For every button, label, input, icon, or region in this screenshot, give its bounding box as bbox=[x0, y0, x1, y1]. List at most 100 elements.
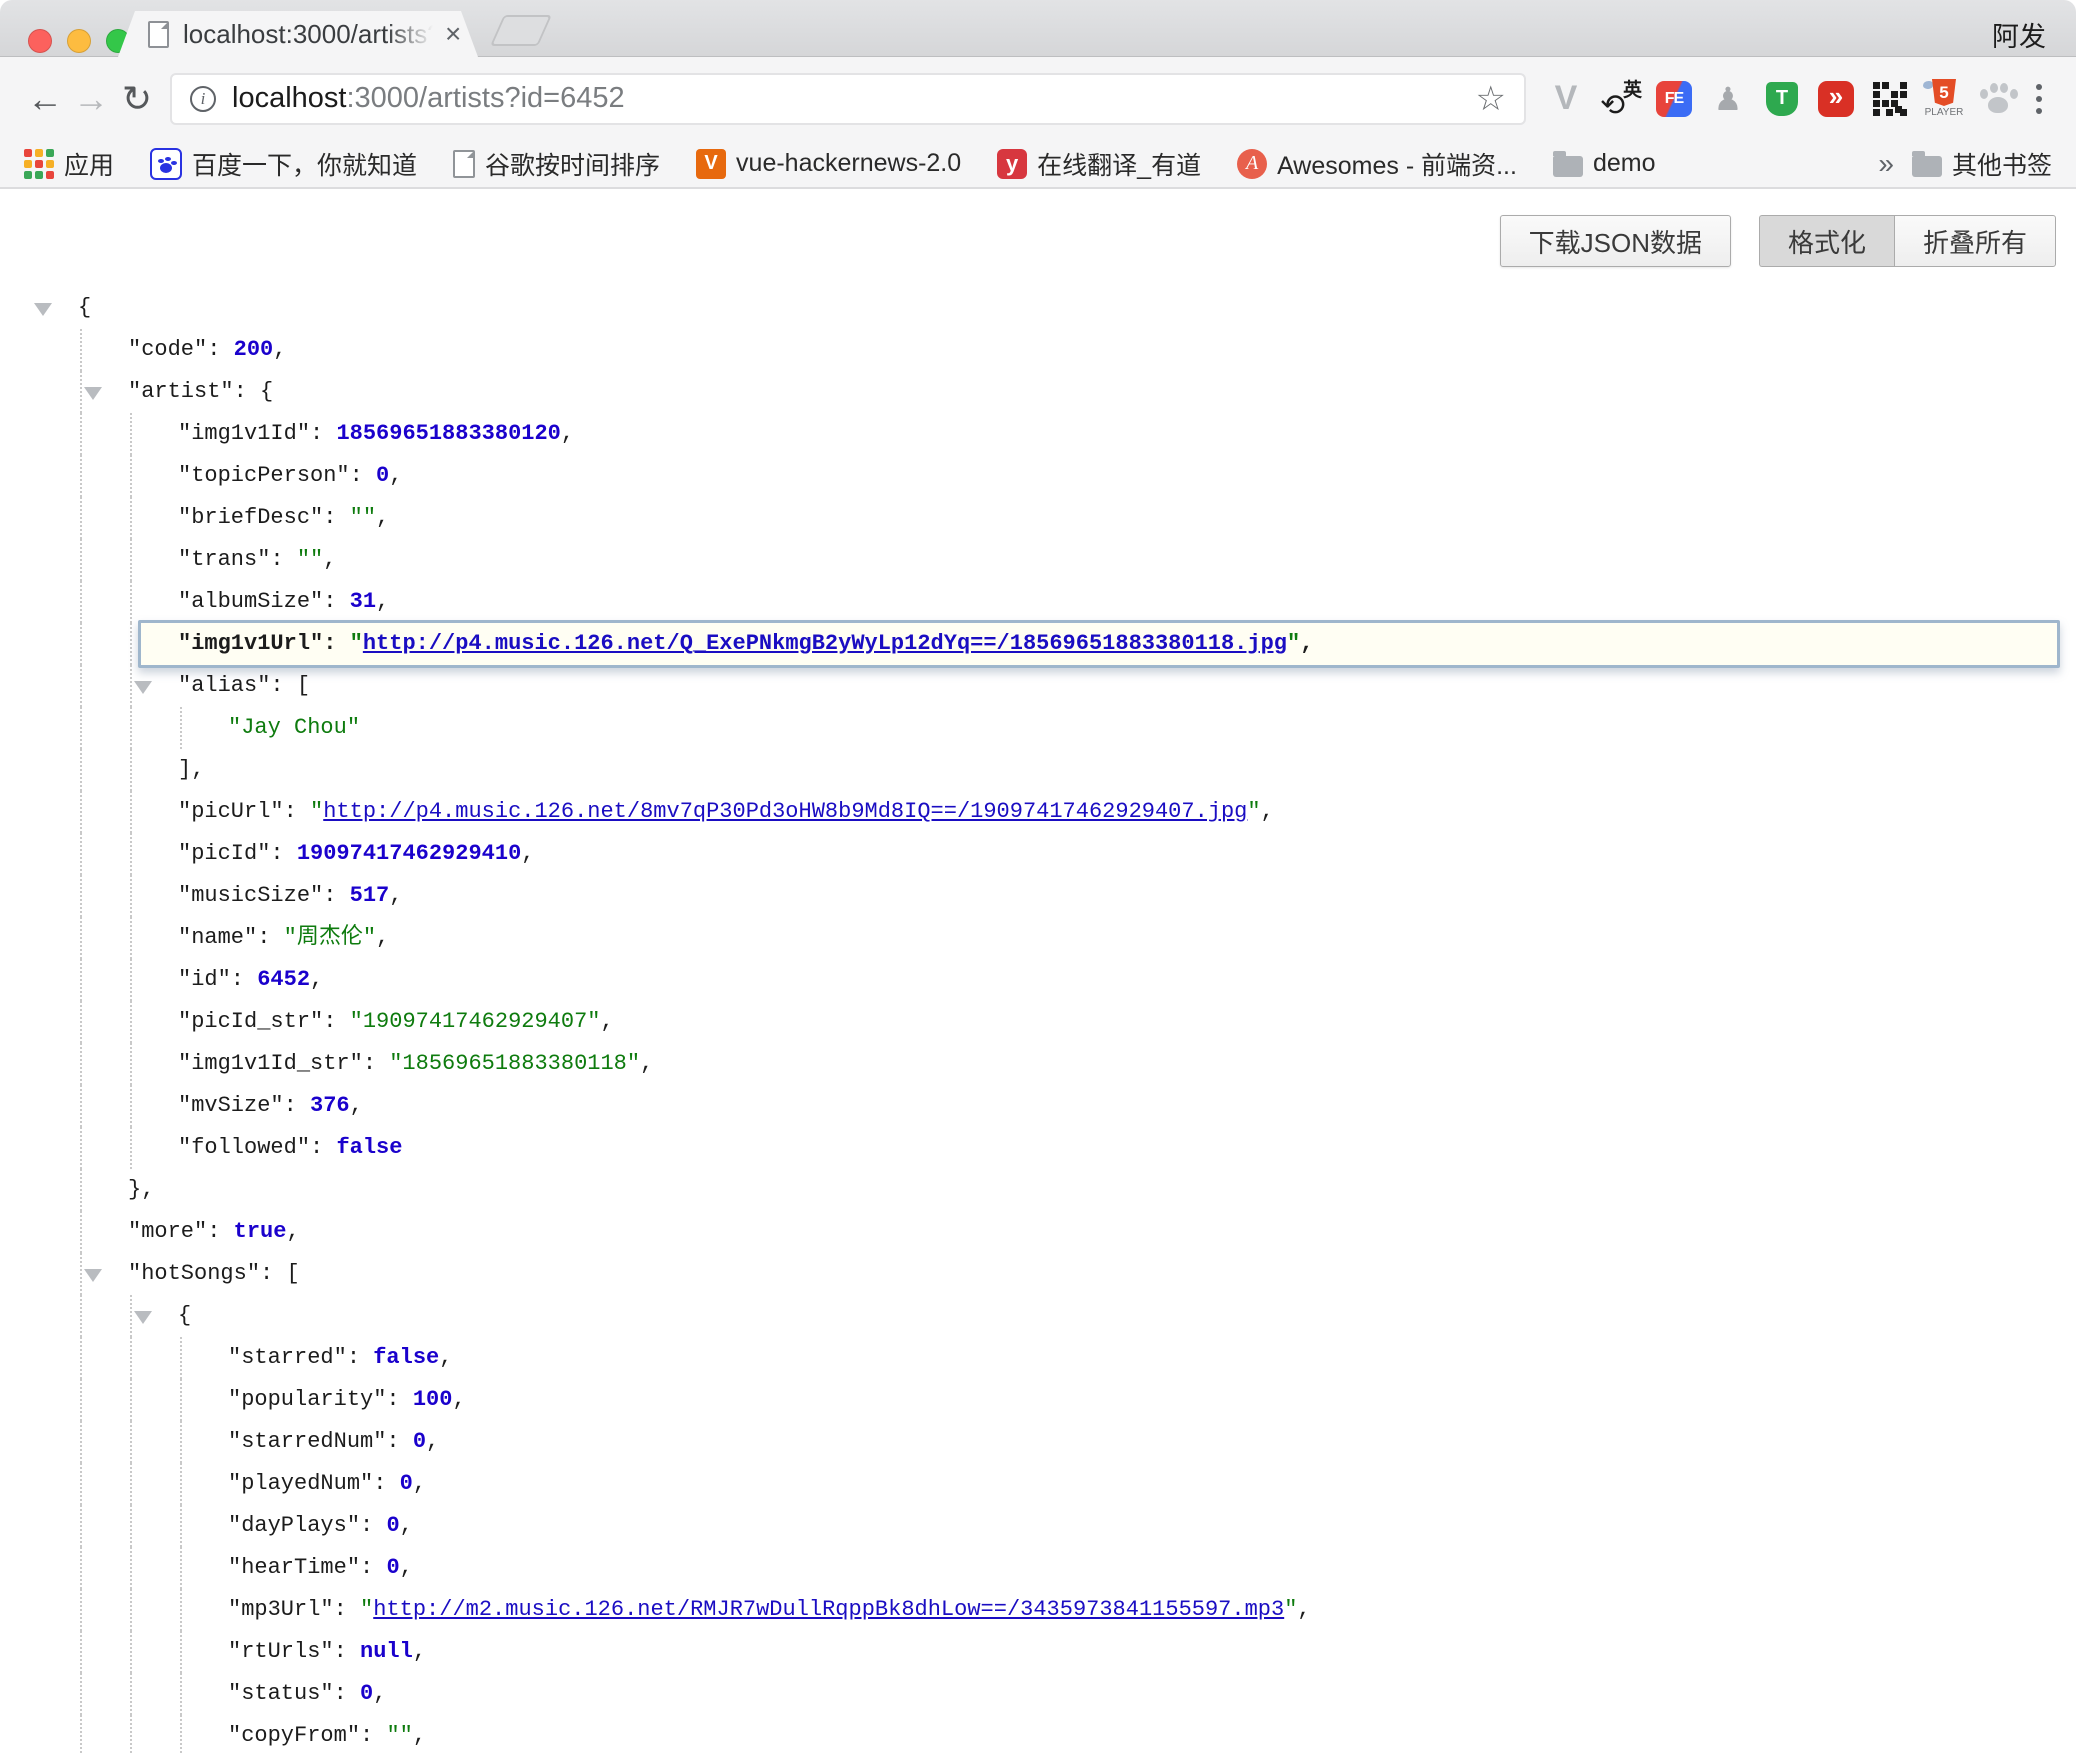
collapse-arrow-icon[interactable] bbox=[34, 303, 52, 316]
fe-helper-icon[interactable]: FE bbox=[1652, 73, 1696, 125]
paw-icon[interactable] bbox=[1976, 73, 2020, 125]
indent-guide bbox=[80, 1211, 82, 1253]
bookmark-label: 应用 bbox=[64, 146, 114, 182]
json-token: "playedNum": bbox=[228, 1471, 400, 1496]
json-token: "picId": bbox=[178, 841, 297, 866]
indent-guide bbox=[130, 1421, 132, 1463]
json-token: "dayPlays": bbox=[228, 1513, 386, 1538]
vue-devtools-icon[interactable]: V bbox=[1544, 73, 1588, 125]
indent-guide bbox=[130, 581, 132, 623]
new-tab-button[interactable] bbox=[490, 15, 552, 46]
json-link[interactable]: http://m2.music.126.net/RMJR7wDullRqppBk… bbox=[373, 1597, 1284, 1622]
format-button[interactable]: 格式化 bbox=[1759, 215, 1894, 267]
bookmark-item[interactable]: Vvue-hackernews-2.0 bbox=[696, 149, 961, 179]
json-token: "picUrl": bbox=[178, 799, 310, 824]
json-token: , bbox=[413, 1639, 426, 1664]
json-token: , bbox=[350, 1093, 363, 1118]
browser-toolbar: ← → ↻ i localhost:3000/artists?id=6452 ☆… bbox=[0, 57, 2076, 140]
page-info-icon[interactable]: i bbox=[190, 86, 216, 112]
address-bar[interactable]: i localhost:3000/artists?id=6452 ☆ bbox=[170, 73, 1526, 125]
collapse-all-button[interactable]: 折叠所有 bbox=[1894, 215, 2056, 267]
json-token: 100 bbox=[413, 1387, 453, 1412]
reload-button[interactable]: ↻ bbox=[114, 76, 160, 122]
json-link[interactable]: http://p4.music.126.net/8mv7qP30Pd3oHW8b… bbox=[323, 799, 1247, 824]
tampermonkey-icon[interactable]: T bbox=[1760, 73, 1804, 125]
browser-menu-icon[interactable] bbox=[2024, 76, 2054, 122]
bookmarks-overflow-icon[interactable]: » bbox=[1878, 148, 1894, 180]
json-row: "code": 200, bbox=[0, 329, 2076, 371]
json-token: "briefDesc": bbox=[178, 505, 350, 530]
youdao-y-icon: y bbox=[997, 149, 1027, 179]
collapse-arrow-icon[interactable] bbox=[134, 1311, 152, 1324]
json-token: "id": bbox=[178, 967, 257, 992]
json-token: , bbox=[1300, 631, 1313, 656]
json-row: "id": 6452, bbox=[0, 959, 2076, 1001]
json-token: , bbox=[273, 337, 286, 362]
collapse-arrow-icon[interactable] bbox=[84, 1269, 102, 1282]
close-window-button[interactable] bbox=[28, 29, 52, 53]
collapse-arrow-icon[interactable] bbox=[84, 387, 102, 400]
json-token: " bbox=[1287, 631, 1300, 656]
json-row: "picUrl": "http://p4.music.126.net/8mv7q… bbox=[0, 791, 2076, 833]
json-token: , bbox=[1297, 1597, 1310, 1622]
json-row: "copyFrom": "", bbox=[0, 1715, 2076, 1754]
indent-guide bbox=[130, 1043, 132, 1085]
indent-guide bbox=[80, 833, 82, 875]
bookmark-star-icon[interactable]: ☆ bbox=[1476, 79, 1506, 119]
minimize-window-button[interactable] bbox=[67, 29, 91, 53]
json-row: "Jay Chou" bbox=[0, 707, 2076, 749]
back-button[interactable]: ← bbox=[22, 76, 68, 122]
bookmark-item[interactable]: y在线翻译_有道 bbox=[997, 146, 1201, 182]
collapse-arrow-icon[interactable] bbox=[134, 681, 152, 694]
json-token: 31 bbox=[350, 589, 376, 614]
bookmark-item[interactable]: 应用 bbox=[24, 146, 114, 182]
indent-guide bbox=[130, 1001, 132, 1043]
tab-close-icon[interactable]: × bbox=[445, 20, 461, 48]
json-row: { bbox=[0, 287, 2076, 329]
indent-guide bbox=[130, 1463, 132, 1505]
json-row: "mp3Url": "http://m2.music.126.net/RMJR7… bbox=[0, 1589, 2076, 1631]
json-row: "followed": false bbox=[0, 1127, 2076, 1169]
json-row: "trans": "", bbox=[0, 539, 2076, 581]
json-token: "mvSize": bbox=[178, 1093, 310, 1118]
indent-guide bbox=[130, 959, 132, 1001]
json-token: "hearTime": bbox=[228, 1555, 386, 1580]
json-token: "img1v1Id": bbox=[178, 421, 336, 446]
json-token: "starredNum": bbox=[228, 1429, 413, 1454]
indent-guide bbox=[130, 749, 132, 791]
download-json-button[interactable]: 下载JSON数据 bbox=[1500, 215, 1731, 267]
browser-tab[interactable]: localhost:3000/artists?id=645 × bbox=[118, 11, 478, 57]
json-row: { bbox=[0, 1295, 2076, 1337]
bookmark-item[interactable]: AAwesomes - 前端资... bbox=[1237, 146, 1517, 182]
youdao-translate-icon[interactable]: ⟲英 bbox=[1598, 73, 1642, 125]
indent-guide bbox=[80, 1547, 82, 1589]
document-icon bbox=[453, 150, 475, 178]
json-link[interactable]: http://p4.music.126.net/Q_ExePNkmgB2yWyL… bbox=[363, 631, 1287, 656]
json-row: "more": true, bbox=[0, 1211, 2076, 1253]
url-text[interactable]: localhost:3000/artists?id=6452 bbox=[232, 82, 625, 115]
bookmark-other-folder[interactable]: 其他书签 bbox=[1912, 146, 2052, 182]
json-token: , bbox=[400, 1555, 413, 1580]
json-token: , bbox=[426, 1429, 439, 1454]
html5-player-icon[interactable]: 5PLAYER bbox=[1922, 73, 1966, 125]
indent-guide bbox=[80, 1043, 82, 1085]
indent-guide bbox=[80, 1505, 82, 1547]
json-token: 6452 bbox=[257, 967, 310, 992]
figure-icon[interactable]: ♟ bbox=[1706, 73, 1750, 125]
json-row: "popularity": 100, bbox=[0, 1379, 2076, 1421]
indent-guide bbox=[130, 791, 132, 833]
profile-name[interactable]: 阿发 bbox=[1992, 15, 2046, 54]
fast-forward-icon[interactable]: » bbox=[1814, 73, 1858, 125]
bookmark-item[interactable]: 百度一下，你就知道 bbox=[150, 146, 417, 182]
indent-guide bbox=[80, 1463, 82, 1505]
json-token: 19097417462929410 bbox=[297, 841, 521, 866]
indent-guide bbox=[130, 497, 132, 539]
bookmark-item[interactable]: demo bbox=[1553, 149, 1656, 178]
indent-guide bbox=[180, 1463, 182, 1505]
bookmark-item[interactable]: 谷歌按时间排序 bbox=[453, 146, 660, 182]
page-content: 下载JSON数据 格式化 折叠所有 {"code": 200,"artist":… bbox=[0, 189, 2076, 1754]
qr-code-icon[interactable] bbox=[1868, 73, 1912, 125]
indent-guide bbox=[80, 539, 82, 581]
indent-guide bbox=[80, 623, 82, 665]
json-token: "topicPerson": bbox=[178, 463, 376, 488]
